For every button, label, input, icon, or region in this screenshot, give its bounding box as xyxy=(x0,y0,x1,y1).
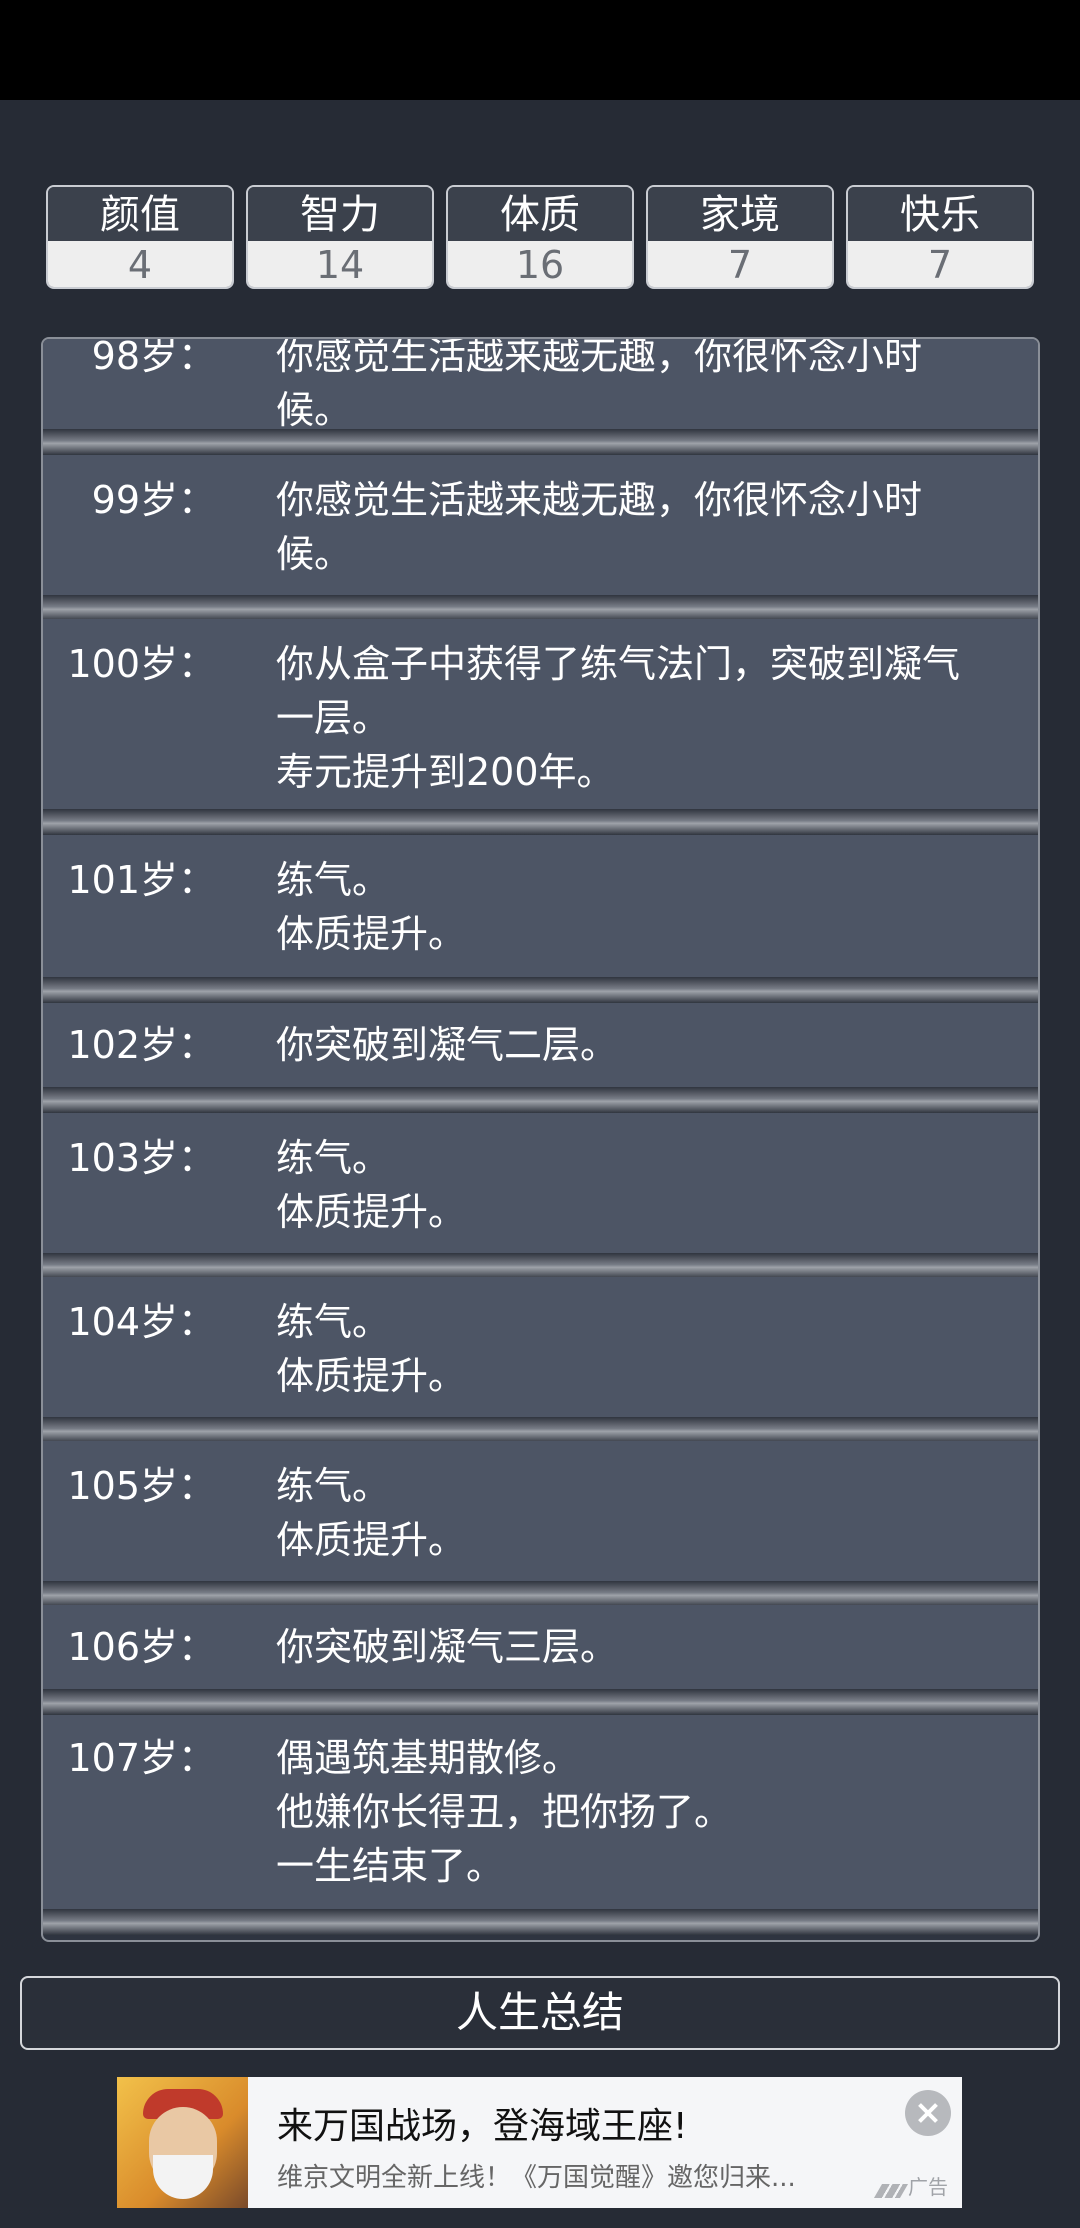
log-text: 你突破到凝气二层。 xyxy=(276,1018,1026,1072)
log-line: 你感觉生活越来越无趣，你很怀念小时 xyxy=(276,478,923,522)
log-entry: 102岁： 你突破到凝气二层。 xyxy=(43,1003,1038,1113)
log-entry: 103岁： 练气。 体质提升。 xyxy=(43,1113,1038,1279)
log-line: 候。 xyxy=(276,388,353,432)
log-age: 101岁： xyxy=(67,858,216,902)
log-line: 你感觉生活越来越无趣，你很怀念小时 xyxy=(276,337,923,378)
log-text: 练气。 体质提升。 xyxy=(276,1295,1026,1403)
log-line: 体质提升。 xyxy=(276,1354,467,1398)
log-entry: 101岁： 练气。 体质提升。 xyxy=(43,835,1038,1003)
log-age: 105岁： xyxy=(67,1464,216,1508)
log-entry: 105岁： 练气。 体质提升。 xyxy=(43,1441,1038,1607)
log-line: 一层。 xyxy=(276,696,391,740)
stat-value: 14 xyxy=(248,241,432,287)
stat-family: 家境 7 xyxy=(646,185,834,289)
log-entry: 100岁： 你从盒子中获得了练气法门，突破到凝气 一层。 寿元提升到200年。 xyxy=(43,619,1038,835)
stat-value: 4 xyxy=(48,241,232,287)
attribute-bar: 颜值 4 智力 14 体质 16 家境 7 快乐 7 xyxy=(46,185,1034,291)
stat-label: 颜值 xyxy=(48,187,232,241)
close-icon[interactable] xyxy=(905,2090,951,2136)
stat-appearance: 颜值 4 xyxy=(46,185,234,289)
log-text: 练气。 体质提升。 xyxy=(276,853,1026,961)
log-age: 106岁： xyxy=(67,1625,216,1669)
stat-value: 7 xyxy=(648,241,832,287)
stat-label: 体质 xyxy=(448,187,632,241)
stat-label: 快乐 xyxy=(848,187,1032,241)
log-age: 100岁： xyxy=(67,642,216,686)
log-line: 你突破到凝气二层。 xyxy=(276,1023,619,1067)
log-line: 练气。 xyxy=(276,1136,391,1180)
log-line: 体质提升。 xyxy=(276,1518,467,1562)
log-text: 你感觉生活越来越无趣，你很怀念小时 候。 xyxy=(276,337,1026,437)
log-age: 98岁： xyxy=(91,337,216,378)
log-line: 体质提升。 xyxy=(276,912,467,956)
ad-title[interactable]: 来万国战场，登海域王座! xyxy=(277,2097,687,2149)
ad-network-logo-icon xyxy=(873,2184,909,2198)
log-text: 你从盒子中获得了练气法门，突破到凝气 一层。 寿元提升到200年。 xyxy=(276,637,1026,799)
log-text: 偶遇筑基期散修。 他嫌你长得丑，把你扬了。 一生结束了。 xyxy=(276,1731,1026,1893)
log-age: 99岁： xyxy=(91,478,216,522)
log-entry: 104岁： 练气。 体质提升。 xyxy=(43,1277,1038,1443)
log-line: 偶遇筑基期散修。 xyxy=(276,1736,581,1780)
life-summary-button[interactable]: 人生总结 xyxy=(20,1976,1060,2050)
ad-banner[interactable]: 来万国战场，登海域王座! 维京文明全新上线！《万国觉醒》邀您归来... 广告 xyxy=(117,2077,962,2208)
ad-label: 广告 xyxy=(908,2175,948,2199)
log-age: 102岁： xyxy=(67,1023,216,1067)
stat-label: 家境 xyxy=(648,187,832,241)
stat-happiness: 快乐 7 xyxy=(846,185,1034,289)
stat-constitution: 体质 16 xyxy=(446,185,634,289)
ad-image[interactable] xyxy=(117,2077,248,2208)
log-line: 你从盒子中获得了练气法门，突破到凝气 xyxy=(276,642,961,686)
log-line: 他嫌你长得丑，把你扬了。 xyxy=(276,1790,733,1834)
status-bar xyxy=(0,0,1080,100)
stat-value: 16 xyxy=(448,241,632,287)
log-line: 候。 xyxy=(276,532,353,576)
log-entry: 98岁： 你感觉生活越来越无趣，你很怀念小时 候。 xyxy=(43,337,1038,455)
log-age: 104岁： xyxy=(67,1300,216,1344)
life-log-panel[interactable]: 98岁： 你感觉生活越来越无趣，你很怀念小时 候。 99岁： 你感觉生活越来越无… xyxy=(41,337,1040,1942)
stat-label: 智力 xyxy=(248,187,432,241)
log-text: 练气。 体质提升。 xyxy=(276,1131,1026,1239)
log-line: 寿元提升到200年。 xyxy=(276,750,615,794)
log-entry: 106岁： 你突破到凝气三层。 xyxy=(43,1605,1038,1715)
log-text: 练气。 体质提升。 xyxy=(276,1459,1026,1567)
log-line: 练气。 xyxy=(276,1300,391,1344)
log-line: 体质提升。 xyxy=(276,1190,467,1234)
stat-intelligence: 智力 14 xyxy=(246,185,434,289)
stat-value: 7 xyxy=(848,241,1032,287)
log-text: 你突破到凝气三层。 xyxy=(276,1620,1026,1674)
ad-beard-shape xyxy=(153,2155,213,2199)
log-line: 一生结束了。 xyxy=(276,1844,505,1888)
log-line: 练气。 xyxy=(276,858,391,902)
log-line: 练气。 xyxy=(276,1464,391,1508)
log-text: 你感觉生活越来越无趣，你很怀念小时 候。 xyxy=(276,473,1026,581)
log-age: 103岁： xyxy=(67,1136,216,1180)
log-entry: 99岁： 你感觉生活越来越无趣，你很怀念小时 候。 xyxy=(43,455,1038,621)
log-entry: 107岁： 偶遇筑基期散修。 他嫌你长得丑，把你扬了。 一生结束了。 xyxy=(43,1715,1038,1935)
ad-description[interactable]: 维京文明全新上线！《万国觉醒》邀您归来... xyxy=(277,2157,837,2194)
log-age: 107岁： xyxy=(67,1736,216,1780)
log-line: 你突破到凝气三层。 xyxy=(276,1625,619,1669)
